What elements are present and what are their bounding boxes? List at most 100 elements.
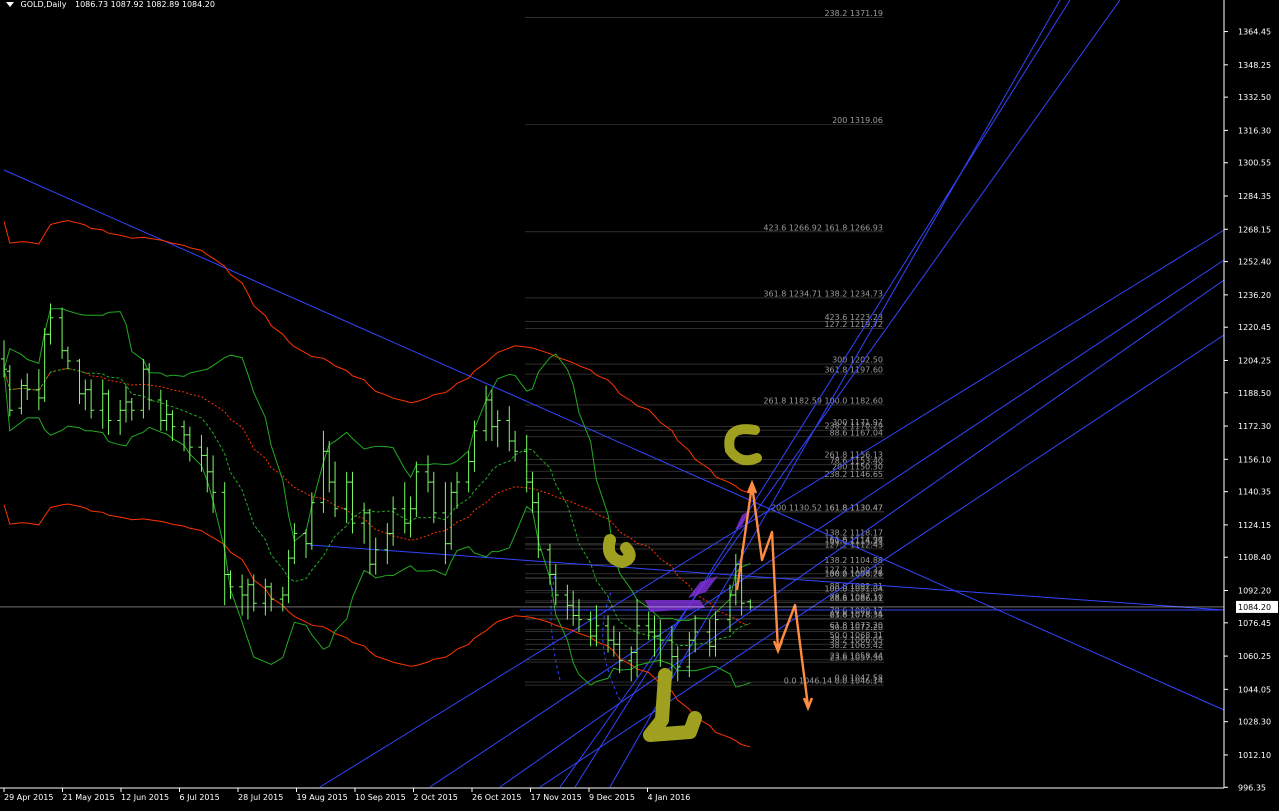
candle — [244, 578, 251, 620]
y-tick-label: 1012.10 — [1238, 751, 1271, 760]
candle — [308, 492, 315, 550]
y-tick-label: 1316.30 — [1238, 126, 1271, 135]
x-tick-label: 9 Dec 2015 — [589, 793, 635, 802]
candle — [128, 397, 135, 421]
candle — [424, 455, 431, 493]
x-tick-label: 21 May 2015 — [63, 793, 115, 802]
fibo-label: 0.0 1046.14 0.0 1046.14 — [784, 677, 883, 686]
olive-mark-c — [724, 424, 762, 466]
y-tick-label: 1172.30 — [1238, 422, 1271, 431]
y-tick-label: 996.35 — [1238, 783, 1266, 792]
candle — [454, 471, 461, 509]
candle — [384, 523, 391, 565]
candle — [157, 389, 164, 431]
candles — [1, 303, 754, 682]
candle — [117, 399, 124, 435]
candle — [448, 482, 455, 550]
candle — [146, 363, 153, 411]
x-tick-label: 4 Jan 2016 — [648, 793, 691, 802]
candle — [488, 389, 495, 442]
chart-root: GOLD,Daily 1086.73 1087.92 1082.89 1084.… — [0, 0, 1279, 807]
fibo-label: 61.8 1130.47 — [830, 503, 883, 512]
y-tick-label: 1060.25 — [1238, 652, 1271, 661]
y-tick-label: 1108.40 — [1238, 553, 1271, 562]
y-tick-label: 1028.30 — [1238, 718, 1271, 727]
candle — [76, 358, 83, 405]
candle — [575, 599, 582, 632]
chart-header: GOLD,Daily 1086.73 1087.92 1082.89 1084.… — [6, 0, 215, 12]
olive-mark-l — [643, 668, 702, 742]
candle — [529, 471, 536, 513]
candle — [210, 455, 217, 513]
candle — [366, 508, 373, 575]
candle — [645, 611, 652, 641]
candle — [105, 389, 112, 435]
projection-path — [735, 483, 810, 707]
candle — [24, 373, 31, 400]
candle — [610, 625, 617, 657]
candle — [616, 631, 623, 674]
candle — [407, 496, 414, 538]
candle — [442, 482, 449, 565]
candle — [494, 410, 501, 448]
candle — [18, 379, 25, 415]
candle — [35, 369, 42, 411]
candle — [1, 340, 7, 378]
candle — [41, 328, 48, 403]
candle — [506, 406, 513, 452]
candle — [372, 537, 379, 575]
y-tick-label: 1204.25 — [1238, 356, 1271, 365]
y-tick-label: 1044.05 — [1238, 685, 1271, 694]
current-price-label: 1084.20 — [1238, 603, 1271, 612]
fibo-label: 238.2 1146.65 — [824, 470, 883, 479]
y-tick-label: 1364.45 — [1238, 28, 1271, 37]
y-tick-label: 1092.20 — [1238, 586, 1271, 595]
candle — [303, 529, 310, 559]
price-chart[interactable]: 238.2 1371.19 200 1319.06 423.6 1266.92 16… — [0, 0, 1279, 807]
fibo-label: 261.8 1182.59 100.0 1182.60 — [763, 396, 883, 405]
candle — [332, 461, 339, 517]
y-tick-label: 1076.45 — [1238, 619, 1271, 628]
fibo-label: 23.6 1078.34 — [830, 610, 883, 619]
candle — [250, 574, 257, 612]
fibo-label: 127.2 1112.43 — [824, 540, 883, 549]
symbol-label: GOLD,Daily — [20, 0, 67, 9]
trend-line — [319, 229, 1225, 788]
y-tick-label: 1300.55 — [1238, 159, 1271, 168]
y-tick-label: 1156.10 — [1238, 455, 1271, 464]
y-tick-label: 1252.40 — [1238, 258, 1271, 267]
candle — [326, 441, 333, 493]
candle — [204, 447, 211, 493]
x-tick-label: 19 Aug 2015 — [297, 793, 348, 802]
candle — [59, 307, 66, 359]
candle — [605, 615, 612, 653]
candle — [99, 379, 106, 429]
x-tick-label: 6 Jul 2015 — [180, 793, 220, 802]
candle — [634, 599, 641, 678]
x-tick-label: 29 Apr 2015 — [4, 793, 53, 802]
candle — [587, 611, 594, 647]
candle — [239, 574, 246, 616]
candle — [291, 523, 298, 565]
fibo-label: 138.2 1104.88 — [824, 556, 883, 565]
candle — [401, 482, 408, 534]
candle — [471, 420, 478, 472]
candle — [285, 549, 292, 604]
x-tick-label: 28 Jul 2015 — [238, 793, 283, 802]
olive-mark-s — [602, 534, 636, 569]
y-tick-label: 1220.45 — [1238, 323, 1271, 332]
y-tick-label: 1268.15 — [1238, 225, 1271, 234]
trend-line — [429, 259, 1225, 788]
candle — [198, 434, 205, 472]
fibo-label: 200 1319.06 — [832, 116, 883, 125]
x-tick-label: 26 Oct 2015 — [472, 793, 521, 802]
fibo-label: 38.2 1063.42 — [830, 641, 883, 650]
candle — [343, 471, 350, 524]
candle — [361, 502, 368, 544]
dropdown-arrow-icon[interactable] — [6, 2, 14, 7]
purple-zone — [688, 576, 718, 598]
indicator-bands — [3, 220, 751, 748]
y-tick-label: 1284.35 — [1238, 192, 1271, 201]
fibo-label: 238.2 1371.19 — [824, 9, 883, 18]
fibo-label: 423.6 1266.92 161.8 1266.93 — [763, 223, 883, 232]
